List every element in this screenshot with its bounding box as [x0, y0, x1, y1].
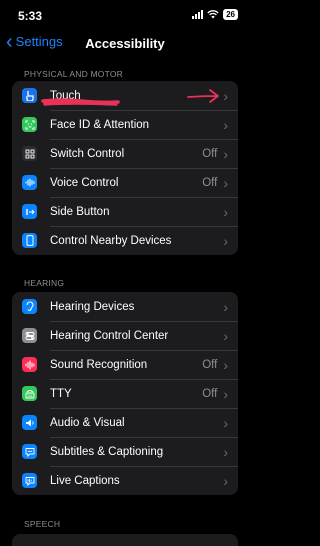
row-label: Subtitles & Captioning	[50, 445, 164, 458]
chevron-right-icon: ›	[223, 414, 228, 431]
row-tty[interactable]: TTY Off ›	[12, 379, 238, 408]
row-label: Sound Recognition	[50, 358, 148, 371]
tty-icon	[22, 386, 37, 401]
row-value: Off	[202, 147, 218, 160]
row-voice-control[interactable]: Voice Control Off ›	[12, 168, 238, 197]
section-header-physical-motor: PHYSICAL AND MOTOR	[24, 69, 124, 79]
row-switch-control[interactable]: Switch Control Off ›	[12, 139, 238, 168]
nearby-devices-icon	[22, 233, 37, 248]
chevron-right-icon: ›	[223, 174, 228, 191]
row-sound-recognition[interactable]: Sound Recognition Off ›	[12, 350, 238, 379]
row-audio-visual[interactable]: Audio & Visual ›	[12, 408, 238, 437]
status-icons: 26	[192, 9, 238, 20]
subtitles-icon	[22, 444, 37, 459]
chevron-right-icon: ›	[223, 145, 228, 162]
chevron-right-icon: ›	[223, 327, 228, 344]
annotation-underline	[41, 98, 120, 106]
row-value: Off	[202, 387, 218, 400]
chevron-right-icon: ›	[223, 203, 228, 220]
group-speech	[12, 534, 238, 546]
row-hearing-devices[interactable]: Hearing Devices ›	[12, 292, 238, 321]
cellular-signal-icon	[192, 10, 204, 19]
live-captions-icon	[22, 473, 37, 488]
row-label: Face ID & Attention	[50, 118, 150, 131]
row-label: Control Nearby Devices	[50, 234, 172, 247]
row-value: Off	[202, 176, 218, 189]
chevron-right-icon: ›	[223, 356, 228, 373]
chevron-right-icon: ›	[223, 298, 228, 315]
control-center-icon	[22, 328, 37, 343]
chevron-right-icon: ›	[223, 443, 228, 460]
side-button-icon	[22, 204, 37, 219]
page-title: Accessibility	[85, 36, 165, 51]
section-header-hearing: HEARING	[24, 278, 65, 288]
group-hearing: Hearing Devices › Hearing Control Center…	[12, 292, 238, 495]
row-label: Hearing Devices	[50, 300, 135, 313]
row-subtitles-captioning[interactable]: Subtitles & Captioning ›	[12, 437, 238, 466]
row-control-nearby-devices[interactable]: Control Nearby Devices ›	[12, 226, 238, 255]
row-label: Switch Control	[50, 147, 125, 160]
status-bar: 5:33 26	[0, 0, 250, 30]
section-header-speech: SPEECH	[24, 519, 61, 529]
face-id-icon	[22, 117, 37, 132]
row-live-captions[interactable]: Live Captions ›	[12, 466, 238, 495]
audio-visual-icon	[22, 415, 37, 430]
voice-control-icon	[22, 175, 37, 190]
ear-icon	[22, 299, 37, 314]
chevron-right-icon: ›	[223, 87, 228, 104]
row-label: TTY	[50, 387, 72, 400]
row-label: Voice Control	[50, 176, 119, 189]
row-label: Side Button	[50, 205, 110, 218]
row-hearing-control-center[interactable]: Hearing Control Center ›	[12, 321, 238, 350]
chevron-right-icon: ›	[223, 385, 228, 402]
row-side-button[interactable]: Side Button ›	[12, 197, 238, 226]
annotation-arrow	[187, 89, 219, 103]
hand-touch-icon	[22, 88, 37, 103]
switch-control-icon	[22, 146, 37, 161]
sound-recognition-icon	[22, 357, 37, 372]
wifi-icon	[207, 10, 219, 19]
battery-icon: 26	[223, 9, 238, 20]
row-face-id[interactable]: Face ID & Attention ›	[12, 110, 238, 139]
chevron-right-icon: ›	[223, 232, 228, 249]
row-label: Live Captions	[50, 474, 120, 487]
navigation-bar: ‹ Settings Accessibility	[0, 30, 250, 56]
row-value: Off	[202, 358, 218, 371]
chevron-right-icon: ›	[223, 472, 228, 489]
status-time: 5:33	[18, 9, 43, 23]
row-label: Hearing Control Center	[50, 329, 169, 342]
chevron-right-icon: ›	[223, 116, 228, 133]
row-label: Audio & Visual	[50, 416, 125, 429]
